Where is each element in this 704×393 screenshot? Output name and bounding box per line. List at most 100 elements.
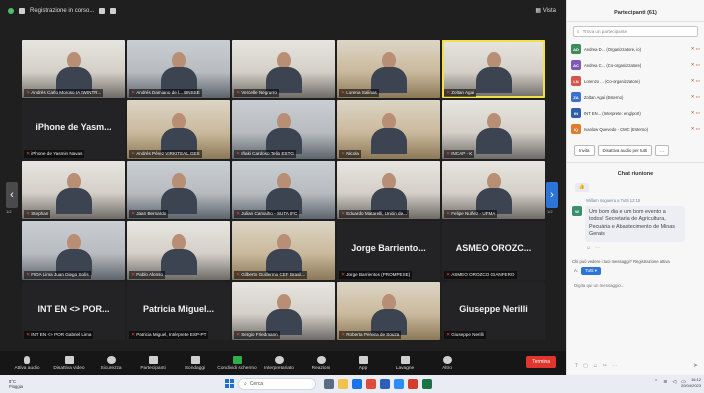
recipient-dropdown[interactable]: Tutti ▾: [581, 266, 601, 275]
mic-button[interactable]: Attiva audio: [6, 355, 48, 371]
participant-tile[interactable]: iPhone de Yasm... ✕iPhone de Yasmin Navas: [22, 100, 125, 159]
chat-reaction[interactable]: 👍: [575, 183, 589, 192]
taskbar-clock[interactable]: 16:12 20/04/2023: [681, 377, 701, 389]
weather-widget[interactable]: 8°C Pioggia: [0, 379, 60, 389]
mic-muted-icon: ✕: [446, 331, 451, 338]
file-explorer-icon[interactable]: [338, 379, 348, 389]
tile-name-text: Roberta Pereira de Souza: [346, 331, 400, 337]
edge-icon[interactable]: [352, 379, 362, 389]
more-button[interactable]: Altro: [426, 355, 468, 371]
participant-video: [265, 233, 302, 275]
participant-tile[interactable]: INT EN <> POR... ✕INT EN <> POR Gabriel L…: [22, 281, 125, 340]
participant-row[interactable]: IQ Ivanlow Quevedo - CMC (Esterno) ✕ ▭: [571, 121, 700, 137]
tile-name-label: ✕Sergio Friedmann: [234, 330, 280, 339]
participant-tile[interactable]: Patricia Miguel... ✕Patricia Miguel, Inté…: [127, 281, 230, 340]
mic-muted-icon: ✕: [26, 90, 31, 97]
participant-tile[interactable]: ✕FIDA Lima Juan Diego Solís: [22, 221, 125, 280]
participant-row[interactable]: IN INT EN... (Interprete: eng/port) ✕ ▭: [571, 105, 700, 121]
tile-name-text: Vercelle Negrurro: [241, 90, 277, 96]
participant-tile[interactable]: ✕Pablo Alonso: [127, 221, 230, 280]
more-icon[interactable]: ⋯: [612, 363, 617, 369]
format-icon[interactable]: T: [575, 363, 578, 369]
participant-row[interactable]: LN Lorenzo ... (Co-organizzatore) ✕ ▭: [571, 73, 700, 89]
participant-name: Zoltan Agai (Esterno): [584, 94, 624, 100]
participant-tile[interactable]: ✕Felipe Nuñez - UFMA: [442, 160, 545, 220]
pause-icon[interactable]: [99, 8, 106, 14]
participant-tile[interactable]: ✕Julian Carvalho - SUTA IFC: [232, 160, 335, 220]
chrome-icon[interactable]: [366, 379, 376, 389]
sender-avatar: W: [572, 206, 582, 216]
apps-button[interactable]: App: [342, 355, 384, 371]
next-page-button[interactable]: ›: [546, 182, 558, 208]
mic-muted-icon: ✕: [236, 90, 241, 97]
video-button[interactable]: Disattiva video: [48, 355, 90, 371]
chat-sender: Willam nogueira a Tutti 12:15: [586, 198, 641, 203]
participant-tile[interactable]: ✕Gilberto Guillermo CEF Brasil...: [232, 221, 335, 280]
wifi-icon[interactable]: ≋: [663, 379, 667, 385]
mute-all-button[interactable]: Disattiva audio per tutti: [597, 145, 653, 156]
chevron-up-icon[interactable]: ⌃: [654, 379, 658, 385]
tile-name-text: INCAP - K: [451, 150, 473, 156]
mic-muted-icon: ✕: [236, 331, 241, 338]
send-icon[interactable]: ➤: [693, 362, 698, 369]
emoji-icon[interactable]: ☺: [593, 363, 598, 369]
tile-name-label: ✕FIDA Lima Juan Diego Solís: [24, 270, 91, 279]
more-icon[interactable]: ⋯: [595, 245, 600, 251]
participant-tile[interactable]: Giuseppe Nerilli ✕Giuseppe Nerilli: [442, 281, 545, 340]
globe-button[interactable]: Interpretariato: [258, 355, 300, 371]
reaction-button[interactable]: Reazioni: [300, 355, 342, 371]
zoom-icon[interactable]: [394, 379, 404, 389]
participant-tile[interactable]: ✕Iñaki Cardoso Tello ESTG: [232, 100, 335, 159]
participant-tile[interactable]: ✕Vercelle Negrurro: [232, 40, 335, 99]
share-screen-button[interactable]: Condividi schermo: [216, 355, 258, 371]
acrobat-icon[interactable]: [408, 379, 418, 389]
participant-tile[interactable]: Jorge Barriento... ✕Jorge Barrientos (PRO…: [337, 221, 440, 280]
poll-button[interactable]: Sondaggi: [174, 355, 216, 371]
chat-tools: T ▢ ☺ ✂ ⋯: [575, 363, 617, 369]
participant-tile[interactable]: ✕Eduardo Matarelli, Unión de...: [337, 160, 440, 220]
volume-icon[interactable]: ◁: [672, 379, 676, 385]
outlook-icon[interactable]: [380, 379, 390, 389]
clock-date: 20/04/2023: [680, 383, 701, 388]
participant-row[interactable]: ZA Zoltan Agai (Esterno) ✕ ▭: [571, 89, 700, 105]
participant-tile[interactable]: ✕INCAP - K: [442, 100, 545, 159]
shield-button[interactable]: Sicurezza: [90, 355, 132, 371]
participant-tile[interactable]: ✕Zoltan Agai: [442, 40, 545, 99]
screenshot-icon[interactable]: ✂: [603, 363, 607, 369]
stop-icon[interactable]: [110, 8, 117, 14]
previous-page-button[interactable]: ‹: [6, 182, 18, 208]
file-icon[interactable]: ▢: [583, 363, 588, 369]
globe-icon: [274, 355, 284, 364]
whiteboard-button[interactable]: Lavagne: [384, 355, 426, 371]
windows-start-icon[interactable]: [225, 379, 234, 388]
chat-message-input[interactable]: [574, 280, 700, 291]
tile-name-label: ✕Roberta Pereira de Souza: [339, 330, 402, 339]
participants-button[interactable]: Partecipanti: [132, 355, 174, 371]
share-screen-icon: [232, 355, 242, 364]
task-view-icon[interactable]: [324, 379, 334, 389]
toolbar-label: Sicurezza: [100, 365, 122, 371]
participant-tile[interactable]: ✕Lorena Salinas: [337, 40, 440, 99]
participant-tile[interactable]: ASMEO OROZC... ✕ASMEO OROZCO GIANFERO: [442, 221, 545, 280]
participant-tile[interactable]: ✕Andrés Carlo Moroso IA IWINTR...: [22, 40, 125, 99]
invite-button[interactable]: Invita: [574, 145, 595, 156]
participant-tile[interactable]: ✕Sergio Friedmann: [232, 281, 335, 340]
view-button[interactable]: ▦ Vista: [535, 7, 556, 14]
emoji-reaction-icon[interactable]: ☺: [586, 245, 591, 251]
participant-tile[interactable]: ✕Stephan: [22, 160, 125, 220]
participant-tile[interactable]: ✕Andrés Damiano de l... BNSSE: [127, 40, 230, 99]
excel-icon[interactable]: [422, 379, 432, 389]
participant-row[interactable]: AD Andrea D... (Organizzatore, io) ✕ ▭: [571, 41, 700, 57]
tile-display-name: ASMEO OROZC...: [455, 243, 532, 254]
avatar: LN: [571, 76, 581, 86]
more-options-button[interactable]: ...: [655, 145, 669, 156]
participant-search-input[interactable]: ⌕ Trova un partecipante: [573, 26, 698, 37]
participant-tile[interactable]: ✕Roberta Pereira de Souza: [337, 281, 440, 340]
participant-tile[interactable]: ✕Andrés Pérez VIRKITEAL GES: [127, 100, 230, 159]
taskbar-search[interactable]: ⌕ Cerca: [238, 378, 316, 390]
end-meeting-button[interactable]: Termina: [526, 356, 556, 368]
participant-row[interactable]: AC Andrea C... (Co-organizzatore) ✕ ▭: [571, 57, 700, 73]
participant-tile[interactable]: ✕Jaan Bernardo: [127, 160, 230, 220]
message-actions: ☺ ⋯: [567, 242, 704, 251]
participant-tile[interactable]: ✕Nicola: [337, 100, 440, 159]
